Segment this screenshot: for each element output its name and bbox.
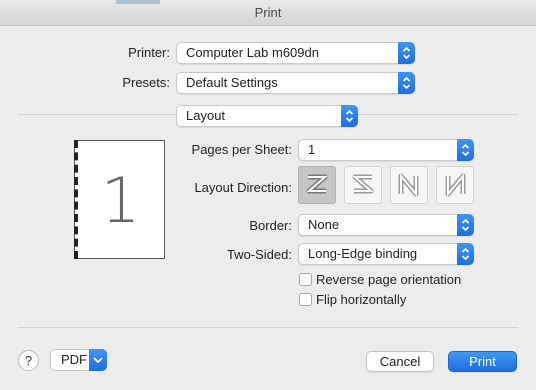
layout-direction-label: Layout Direction: [194,180,292,195]
pages-per-sheet-value: 1 [308,142,316,157]
presets-value: Default Settings [186,75,278,90]
flip-horizontally-row[interactable]: Flip horizontally [299,292,479,308]
two-sided-select[interactable]: Long-Edge binding [298,243,474,265]
border-stepper-icon [457,214,474,236]
pages-per-sheet-stepper-icon [457,139,474,161]
titlebar-decoration [116,0,160,4]
n-reverse-icon [445,173,466,197]
presets-label: Presets: [122,75,170,90]
printer-label: Printer: [128,45,170,60]
reverse-orientation-row[interactable]: Reverse page orientation [299,272,479,288]
printer-select[interactable]: Computer Lab m609dn [176,42,415,64]
direction-z-right-button[interactable] [298,166,336,204]
pages-per-sheet-select[interactable]: 1 [298,139,474,161]
z-left-icon [352,174,374,194]
window-titlebar: Print [0,0,536,26]
reverse-orientation-label: Reverse page orientation [316,272,462,287]
reverse-orientation-checkbox[interactable] [299,273,312,286]
preview-page-number: 1 [100,164,141,237]
section-select[interactable]: Layout [176,105,358,127]
direction-n-down-button[interactable] [390,166,428,204]
printer-select-stepper-icon [398,42,415,64]
flip-horizontally-checkbox[interactable] [299,293,312,306]
two-sided-value: Long-Edge binding [308,246,418,261]
pdf-chevron-down-icon [89,349,107,371]
pdf-menu-button[interactable]: PDF [50,349,107,371]
direction-n-reverse-button[interactable] [436,166,474,204]
section-select-stepper-icon [341,105,358,127]
flip-horizontally-label: Flip horizontally [316,292,407,307]
help-button[interactable]: ? [18,350,39,371]
cancel-button[interactable]: Cancel [366,351,434,372]
presets-select-stepper-icon [398,72,415,94]
print-button[interactable]: Print [448,351,517,372]
two-sided-stepper-icon [457,243,474,265]
border-value: None [308,217,340,232]
n-down-icon [398,173,419,197]
z-right-icon [306,174,328,194]
page-preview: 1 [74,140,165,259]
printer-value: Computer Lab m609dn [186,45,319,60]
pages-per-sheet-label: Pages per Sheet: [191,142,292,157]
section-divider-bottom [18,327,518,328]
window-title: Print [254,5,282,20]
presets-select[interactable]: Default Settings [176,72,415,94]
pdf-label: PDF [61,352,87,367]
two-sided-label: Two-Sided: [226,247,292,262]
border-label: Border: [249,218,292,233]
border-select[interactable]: None [298,214,474,236]
section-value: Layout [186,108,226,123]
direction-z-left-button[interactable] [344,166,382,204]
